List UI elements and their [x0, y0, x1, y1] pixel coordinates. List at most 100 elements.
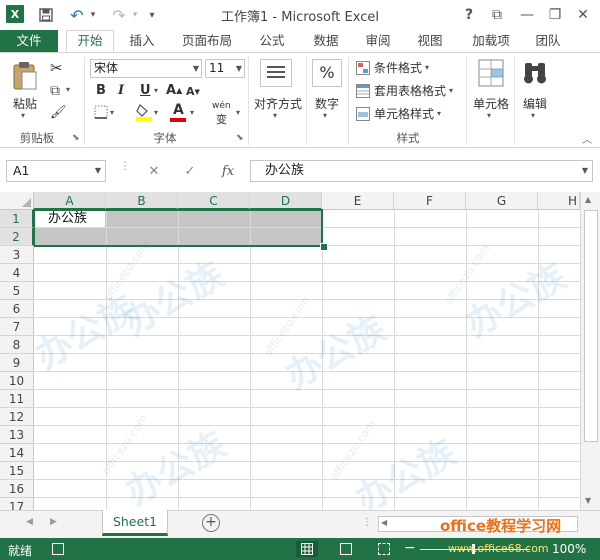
format-as-table-button[interactable]: 套用表格格式 ▾ [356, 82, 453, 99]
font-color-dropdown-icon[interactable]: ▾ [190, 108, 194, 117]
font-color-button[interactable]: A [170, 102, 186, 122]
column-header-e[interactable]: E [322, 192, 394, 210]
paint-bucket-icon [136, 104, 152, 121]
page-layout-view-icon[interactable] [340, 543, 352, 555]
enter-entry-button[interactable]: ✓ [176, 160, 204, 182]
tab-page-layout[interactable]: 页面布局 [176, 30, 238, 52]
underline-dropdown-icon[interactable]: ▾ [154, 86, 158, 95]
editing-button[interactable]: 编辑 ▾ [518, 57, 552, 127]
paste-button[interactable]: 粘贴 ▾ [8, 59, 42, 120]
italic-button[interactable]: I [118, 83, 124, 98]
cancel-entry-button[interactable]: ✕ [140, 160, 168, 182]
row-header-5[interactable]: 5 [0, 282, 34, 300]
formula-input[interactable]: 办公族 ▼ [250, 160, 593, 182]
font-launcher-icon[interactable]: ⬊ [236, 133, 244, 143]
tab-splitter-icon[interactable]: ⋮ [362, 517, 372, 528]
insert-function-button[interactable]: fx [214, 160, 242, 182]
name-box[interactable]: A1 ▼ [6, 160, 106, 182]
column-header-d[interactable]: D [250, 192, 322, 210]
copy-dropdown-icon[interactable]: ▾ [66, 85, 70, 94]
row-header-13[interactable]: 13 [0, 426, 34, 444]
scroll-left-icon[interactable]: ◀ [381, 518, 387, 527]
fill-color-dropdown-icon[interactable]: ▾ [154, 108, 158, 117]
row-header-7[interactable]: 7 [0, 318, 34, 336]
fill-handle[interactable] [320, 243, 328, 251]
row-header-2[interactable]: 2 [0, 228, 34, 246]
scroll-down-icon[interactable]: ▼ [585, 496, 591, 505]
tab-data[interactable]: 数据 [306, 30, 346, 52]
row-header-10[interactable]: 10 [0, 372, 34, 390]
scroll-up-icon[interactable]: ▲ [585, 195, 591, 204]
column-header-b[interactable]: B [106, 192, 178, 210]
column-header-h[interactable]: H [538, 192, 580, 210]
formula-bar-grip-icon[interactable]: ⋮ [120, 162, 130, 172]
cut-icon[interactable]: ✂ [50, 59, 63, 77]
row-header-3[interactable]: 3 [0, 246, 34, 264]
minimize-button[interactable]: — [514, 2, 540, 28]
cell-styles-button[interactable]: 单元格样式 ▾ [356, 105, 441, 122]
row-header-17[interactable]: 17 [0, 498, 34, 510]
column-header-a[interactable]: A [34, 192, 106, 210]
collapse-ribbon-icon[interactable]: ︿ [582, 131, 592, 146]
tab-team[interactable]: 团队 [528, 30, 568, 52]
tab-home[interactable]: 开始 [66, 30, 114, 52]
clipboard-launcher-icon[interactable]: ⬊ [72, 133, 80, 143]
column-header-f[interactable]: F [394, 192, 466, 210]
worksheet-grid[interactable]: A B C D E F G H 办公族 1 2 3 4 5 6 7 8 9 10 11 12 13 14 1… [0, 192, 600, 510]
shrink-font-button[interactable]: A ▼ [186, 85, 200, 98]
chevron-down-icon: ▾ [449, 86, 454, 95]
watermark-url: officezu.com [261, 294, 313, 359]
normal-view-button[interactable] [296, 541, 318, 557]
row-header-6[interactable]: 6 [0, 300, 34, 318]
bold-button[interactable]: B [96, 83, 106, 98]
sheet-tab-sheet1[interactable]: Sheet1 [102, 510, 168, 536]
font-name-combo[interactable]: 宋体 ▼ [90, 59, 202, 78]
ribbon-display-options-icon[interactable]: ⧉ [484, 2, 510, 28]
alignment-button[interactable]: 对齐方式 ▾ [254, 57, 302, 127]
row-header-8[interactable]: 8 [0, 336, 34, 354]
tab-addins[interactable]: 加载项 [466, 30, 516, 52]
tab-file[interactable]: 文件 [0, 30, 58, 52]
phonetic-dropdown-icon[interactable]: ▾ [236, 108, 240, 117]
fill-color-button[interactable] [136, 103, 152, 124]
font-size-combo[interactable]: 11 ▼ [205, 59, 245, 78]
copy-icon[interactable]: ⧉ [50, 83, 60, 99]
select-all-corner[interactable] [0, 192, 34, 210]
column-header-c[interactable]: C [178, 192, 250, 210]
format-painter-icon[interactable]: 🖌 [50, 105, 67, 120]
borders-dropdown-icon[interactable]: ▾ [110, 108, 114, 117]
vertical-scrollbar[interactable]: ▲ ▼ [580, 192, 600, 510]
restore-button[interactable]: ❐ [542, 2, 568, 28]
row-header-14[interactable]: 14 [0, 444, 34, 462]
row-header-1[interactable]: 1 [0, 210, 34, 228]
name-box-value: A1 [13, 163, 30, 178]
grow-font-button[interactable]: A ▲ [166, 83, 182, 98]
previous-sheet-icon[interactable]: ◀ [26, 517, 33, 527]
underline-button[interactable]: U [140, 83, 151, 98]
add-sheet-icon[interactable]: + [202, 514, 220, 532]
tab-insert[interactable]: 插入 [122, 30, 162, 52]
page-break-view-icon[interactable] [378, 543, 390, 555]
column-header-g[interactable]: G [466, 192, 538, 210]
row-header-9[interactable]: 9 [0, 354, 34, 372]
tab-view[interactable]: 视图 [410, 30, 450, 52]
cells-button[interactable]: 单元格 ▾ [470, 57, 512, 127]
zoom-out-icon[interactable]: − [404, 540, 416, 556]
help-button[interactable]: ? [456, 2, 482, 28]
row-header-16[interactable]: 16 [0, 480, 34, 498]
tab-formulas[interactable]: 公式 [252, 30, 292, 52]
tab-review[interactable]: 审阅 [358, 30, 398, 52]
row-header-4[interactable]: 4 [0, 264, 34, 282]
row-header-12[interactable]: 12 [0, 408, 34, 426]
row-header-11[interactable]: 11 [0, 390, 34, 408]
macro-recording-icon[interactable] [52, 543, 64, 555]
number-format-button[interactable]: % 数字 ▾ [310, 57, 344, 127]
close-button[interactable]: ✕ [570, 2, 596, 28]
zoom-level[interactable]: 100% [552, 542, 586, 556]
borders-button[interactable] [94, 105, 108, 122]
row-header-15[interactable]: 15 [0, 462, 34, 480]
phonetic-button[interactable]: wén 变 [212, 101, 236, 126]
conditional-format-button[interactable]: 条件格式 ▾ [356, 59, 429, 76]
next-sheet-icon[interactable]: ▶ [50, 517, 57, 527]
vertical-scroll-thumb[interactable] [584, 210, 598, 442]
